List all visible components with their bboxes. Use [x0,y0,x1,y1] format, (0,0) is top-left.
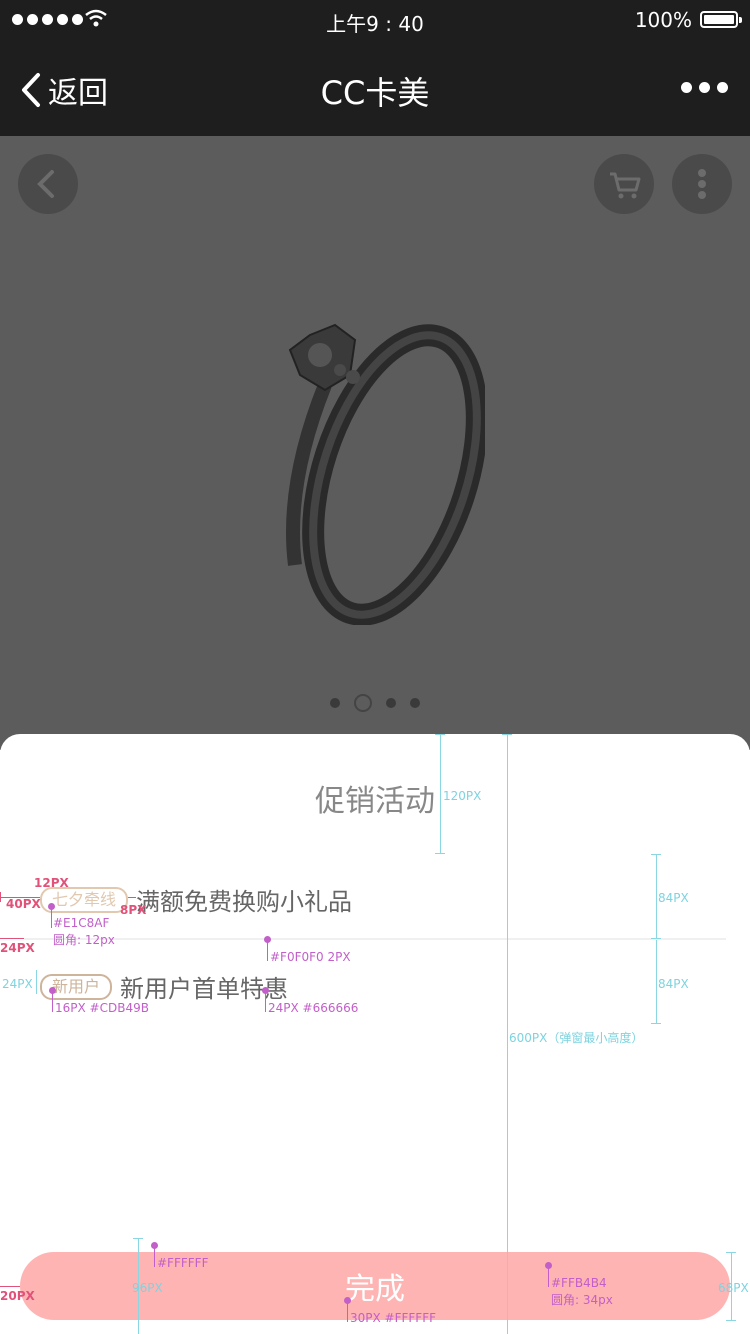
annotation-label: 600PX（弹窗最小高度） [509,1031,644,1045]
annotation-line [651,854,661,855]
cart-button[interactable] [594,154,654,214]
nav-bar: 返回 CC卡美 [0,40,750,136]
annotation-label: 圆角: 12px [53,933,115,947]
annotation-label: 16PX #CDB49B [55,1001,149,1015]
annotation-line [440,734,441,854]
annotation-label: 20PX [0,1289,35,1303]
annotation-line [435,734,445,735]
annotation-label: #E1C8AF [53,916,110,930]
promotion-item[interactable]: 新用户 新用户首单特惠 [40,969,288,1004]
sheet-title: 促销活动 [315,784,435,819]
annotation-label: 120PX [443,789,482,803]
carousel-dot[interactable] [330,698,340,708]
carousel-dot[interactable] [386,698,396,708]
annotation-line [507,734,508,1334]
done-button[interactable]: 完成 [20,1252,730,1320]
annotation-line [0,938,24,939]
battery-icon [700,11,742,28]
annotation-label: 40PX [6,897,41,911]
annotation-line [133,1238,143,1239]
divider [24,938,726,940]
status-bar: 上午9 : 40 100% [0,0,750,40]
annotation-label: #F0F0F0 2PX [270,950,351,964]
annotation-line [265,992,266,1012]
promotion-item[interactable]: 七夕牵线 满额免费换购小礼品 [40,882,352,917]
ring-image [286,323,485,625]
annotation-line [36,970,37,994]
annotation-line [435,853,445,854]
annotation-line [128,897,136,898]
back-label: 返回 [48,76,108,111]
annotation-label: 24PX #666666 [268,1001,359,1015]
annotation-label: 24PX [0,941,35,955]
annotation-line [502,734,512,735]
annotation-label: 96PX [132,1281,163,1295]
annotation-line [726,1320,736,1321]
annotation-label: 12PX [34,876,69,890]
page-title: CC卡美 [320,74,430,112]
annotation-label: 圆角: 34px [551,1293,613,1307]
annotation-line [0,892,1,902]
annotation-line [651,1023,661,1024]
annotation-line [154,1247,155,1267]
more-vertical-icon [698,169,706,199]
carousel-dot[interactable] [410,698,420,708]
annotation-label: #FFFFFF [157,1256,209,1270]
annotation-line [0,1286,20,1287]
annotation-label: 84PX [658,891,689,905]
annotation-line [651,938,661,939]
annotation-label: 30PX #FFFFFF [350,1311,437,1325]
annotation-label: 84PX [658,977,689,991]
annotation-line [656,940,657,1024]
battery-percent: 100% [634,8,692,32]
annotation-label: #FFB4B4 [551,1276,607,1290]
chevron-left-icon [37,170,54,198]
carousel-dot-active[interactable] [354,694,372,712]
back-button[interactable]: 返回 [20,68,108,112]
annotation-label: 68PX [718,1281,749,1295]
chevron-left-icon [22,73,40,107]
annotation-line [726,1252,736,1253]
carousel-indicator [0,694,750,712]
annotation-line [347,1302,348,1322]
annotation-line [52,992,53,1012]
annotation-line [51,908,52,928]
gallery-more-button[interactable] [672,154,732,214]
more-menu-button[interactable] [681,82,728,93]
annotation-line [656,854,657,938]
annotation-label: 24PX [2,977,33,991]
annotation-label: 8PX [120,903,147,917]
gallery-back-button[interactable] [18,154,78,214]
annotation-line [267,941,268,961]
promotion-text: 满额免费换购小礼品 [136,888,353,916]
cart-icon [610,172,641,199]
annotation-line [548,1267,549,1287]
